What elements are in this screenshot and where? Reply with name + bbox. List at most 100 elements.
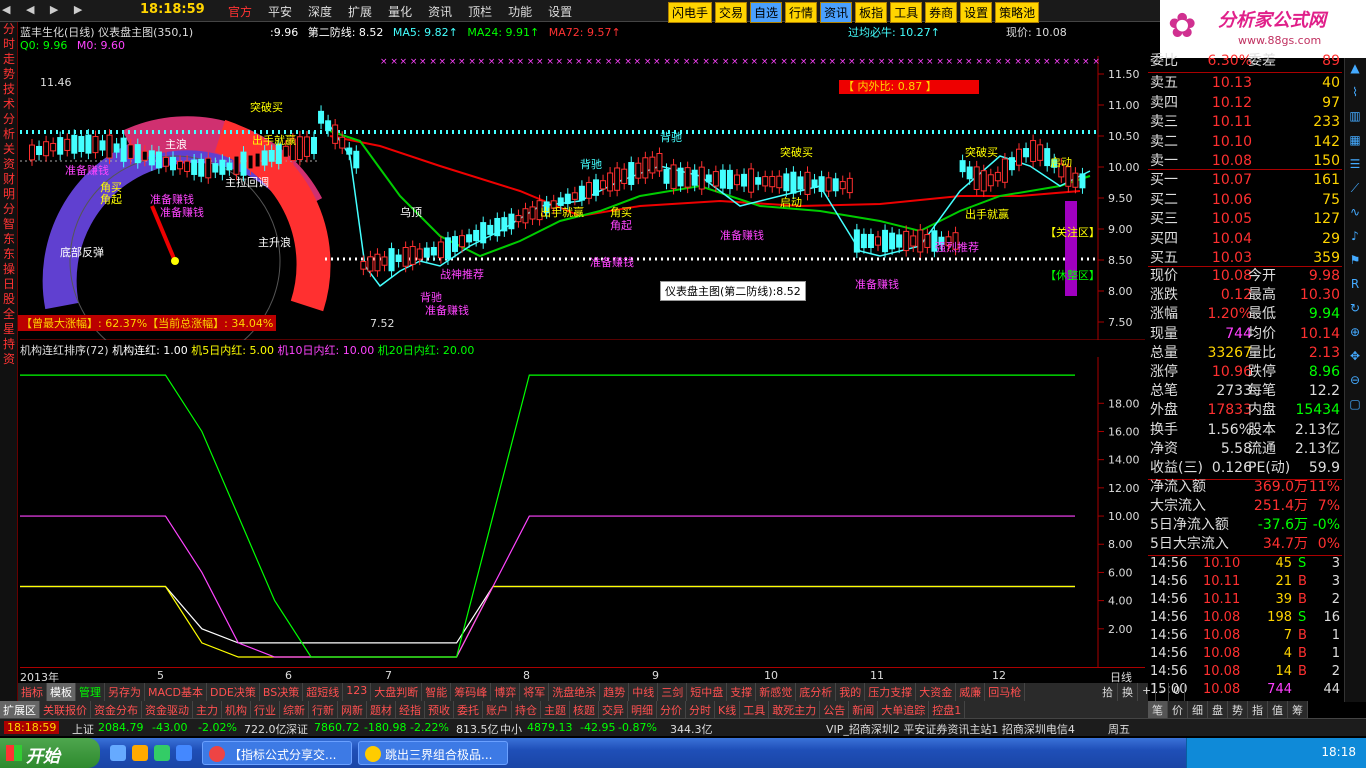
left-tab[interactable]: 日 <box>0 277 18 292</box>
extension-tab[interactable]: 题材 <box>367 701 396 718</box>
nav-arrows[interactable]: ◀ ◀ ▶ ▶ <box>2 3 88 16</box>
taskbar-item[interactable]: 【指标公式分享交... <box>202 741 352 765</box>
move-icon[interactable]: ✥ <box>1345 349 1365 369</box>
extension-tab[interactable]: 关联报价 <box>40 701 91 718</box>
panel-tab[interactable]: 势 <box>1228 701 1248 719</box>
indicator-tab[interactable]: 大盘判断 <box>371 683 423 701</box>
indicator-tab[interactable]: BS决策 <box>260 683 304 701</box>
tool-button[interactable]: 行情 <box>785 2 818 23</box>
up-icon[interactable]: ▲ <box>1345 61 1365 81</box>
extension-tab[interactable]: 大单追踪 <box>878 701 930 718</box>
indicator-tab[interactable]: 模板 <box>47 683 76 701</box>
extension-tab[interactable]: 机构 <box>222 701 251 718</box>
indicator-tab[interactable]: 超短线 <box>303 683 344 701</box>
bar-icon[interactable]: ▥ <box>1345 109 1365 129</box>
browser-icon[interactable] <box>132 745 148 761</box>
left-tab[interactable]: 财 <box>0 172 18 187</box>
panel-tab[interactable]: 价 <box>1168 701 1188 719</box>
left-tab[interactable]: 时 <box>0 37 18 52</box>
panel-button[interactable]: 拾 <box>1098 683 1118 701</box>
extension-tab[interactable]: 网新 <box>338 701 367 718</box>
extension-tab[interactable]: 敢死主力 <box>769 701 821 718</box>
indicator-tab[interactable]: 博弈 <box>491 683 521 701</box>
extension-tab[interactable]: 分价 <box>657 701 686 718</box>
extension-tab[interactable]: 明细 <box>628 701 657 718</box>
extension-tab[interactable]: 扩展区 <box>0 701 40 718</box>
extension-tab[interactable]: 持仓 <box>512 701 541 718</box>
taskbar-item[interactable]: 跳出三界组合极品... <box>358 741 508 765</box>
server-list[interactable]: VIP_招商深圳2 平安证券资讯主站1 招商深圳电信4 <box>826 721 1075 737</box>
indicator-tab[interactable]: 支撑 <box>727 683 757 701</box>
rsi-icon[interactable]: R <box>1345 277 1365 297</box>
indicator-tab[interactable]: 筹码峰 <box>451 683 492 701</box>
left-tab[interactable]: 东 <box>0 247 18 262</box>
panel-button[interactable]: 换 <box>1118 683 1138 701</box>
panel-tab[interactable]: 盘 <box>1208 701 1228 719</box>
extension-tab[interactable]: 分时 <box>686 701 715 718</box>
left-tab[interactable]: 明 <box>0 187 18 202</box>
extension-tab[interactable]: 交异 <box>599 701 628 718</box>
tool-button[interactable]: 交易 <box>715 2 748 23</box>
wave-icon[interactable]: ∿ <box>1345 205 1365 225</box>
menu-item[interactable]: 功能 <box>500 0 540 22</box>
menu-item[interactable]: 扩展 <box>340 0 380 22</box>
extension-tab[interactable]: 核题 <box>570 701 599 718</box>
refresh-icon[interactable]: ↻ <box>1345 301 1365 321</box>
zoom-in-icon[interactable]: ⊕ <box>1345 325 1365 345</box>
indicator-tab[interactable]: 管理 <box>76 683 105 701</box>
left-tab[interactable]: 智 <box>0 217 18 232</box>
extension-tab[interactable]: 工具 <box>740 701 770 718</box>
menu-item[interactable]: 量化 <box>380 0 420 22</box>
extension-tab[interactable]: 新闻 <box>849 701 879 718</box>
menu-item[interactable]: 资讯 <box>420 0 460 22</box>
panel-tab[interactable]: 指 <box>1248 701 1268 719</box>
tool-button[interactable]: 工具 <box>890 2 923 23</box>
panel-button[interactable]: 0 <box>1169 683 1186 701</box>
start-button[interactable]: 开始 <box>0 738 100 768</box>
quicklaunch-icon[interactable] <box>110 745 126 761</box>
institution-chart[interactable]: 18.00 16.00 14.00 12.00 10.00 8.00 6.00 4.00 2.0… <box>20 357 1145 667</box>
left-tab[interactable]: 势 <box>0 67 18 82</box>
left-tab[interactable]: 分 <box>0 22 18 37</box>
indicator-tab[interactable]: 底分析 <box>796 683 837 701</box>
indicator-tab[interactable]: 威廉 <box>956 683 986 701</box>
left-tab[interactable]: 持 <box>0 337 18 352</box>
indicator-tab[interactable]: 指标 <box>18 683 47 701</box>
indicator-tab[interactable]: 大资金 <box>916 683 957 701</box>
extension-tab[interactable]: 资金分布 <box>91 701 142 718</box>
flag-icon[interactable]: ⚑ <box>1345 253 1365 273</box>
extension-tab[interactable]: 公告 <box>820 701 850 718</box>
panel-tab[interactable]: 笔 <box>1148 701 1168 719</box>
extension-tab[interactable]: K线 <box>715 701 741 718</box>
indicator-tab[interactable]: 我的 <box>836 683 866 701</box>
menu-item[interactable]: 官方 <box>220 0 260 22</box>
panel-button[interactable]: + <box>1138 683 1157 701</box>
indicator-tab[interactable]: MACD基本 <box>145 683 207 701</box>
left-tab[interactable]: 操 <box>0 262 18 277</box>
tool-button[interactable]: 策略池 <box>995 2 1040 23</box>
indicator-tab[interactable]: 趋势 <box>600 683 630 701</box>
extension-tab[interactable]: 行业 <box>251 701 280 718</box>
menu-item[interactable]: 顶栏 <box>460 0 500 22</box>
indicator-tab[interactable]: 中线 <box>629 683 659 701</box>
indicator-tab[interactable]: 另存为 <box>105 683 145 701</box>
indicator-tab[interactable]: DDE决策 <box>207 683 260 701</box>
extension-tab[interactable]: 主题 <box>541 701 570 718</box>
left-tab[interactable]: 术 <box>0 97 18 112</box>
extension-tab[interactable]: 委托 <box>454 701 483 718</box>
left-tab[interactable]: 技 <box>0 82 18 97</box>
extension-tab[interactable]: 行新 <box>309 701 338 718</box>
left-tab[interactable]: 资 <box>0 352 18 367</box>
left-tab[interactable]: 资 <box>0 157 18 172</box>
panel-button[interactable]: - <box>1156 683 1170 701</box>
indicator-tab[interactable]: 123 <box>343 683 372 701</box>
left-tab[interactable]: 走 <box>0 52 18 67</box>
panel-tab[interactable]: 值 <box>1268 701 1288 719</box>
left-tab[interactable]: 星 <box>0 322 18 337</box>
list-icon[interactable]: ☰ <box>1345 157 1365 177</box>
indicator-tab[interactable]: 智能 <box>422 683 452 701</box>
indicator-tab[interactable]: 洗盘绝杀 <box>549 683 601 701</box>
left-tab[interactable]: 全 <box>0 307 18 322</box>
zoom-out-icon[interactable]: ⊖ <box>1345 373 1365 393</box>
panel-tab[interactable]: 细 <box>1188 701 1208 719</box>
